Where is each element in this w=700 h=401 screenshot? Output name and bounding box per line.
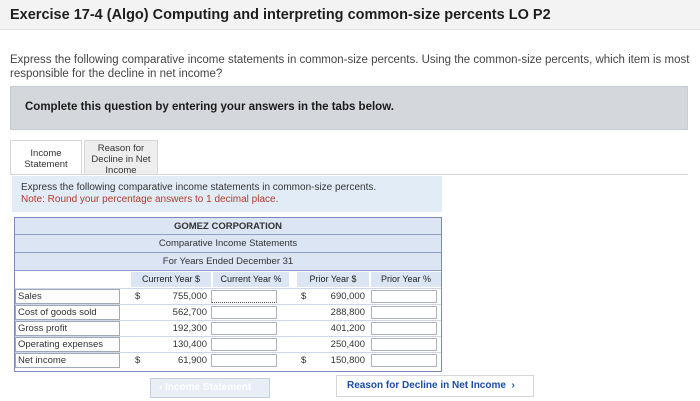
statement-period: For Years Ended December 31: [15, 253, 441, 271]
current-percent-input[interactable]: [211, 338, 277, 351]
currency-sign: $: [301, 291, 307, 302]
current-year-amount: 192,300: [172, 323, 207, 334]
table-row: Cost of goods sold 562,700 288,800: [15, 304, 441, 320]
table-row: Sales $ 755,000 $ 690,000: [15, 288, 441, 304]
current-year-amount: 130,400: [172, 339, 207, 350]
current-year-amount: 562,700: [172, 307, 207, 318]
current-year-amount: 755,000: [172, 291, 207, 302]
question-intro: Express the following comparative income…: [10, 54, 690, 80]
prior-year-amount: 288,800: [330, 307, 365, 318]
prior-percent-input[interactable]: [371, 306, 437, 319]
prev-tab-button[interactable]: ‹ Income Statement: [150, 378, 270, 398]
current-percent-input[interactable]: [211, 290, 277, 303]
prior-percent-input[interactable]: [371, 322, 437, 335]
prior-percent-input[interactable]: [371, 290, 437, 303]
row-label: Cost of goods sold: [18, 307, 97, 318]
complete-text: Complete this question by entering your …: [25, 101, 394, 113]
next-tab-label: Reason for Decline in Net Income: [347, 380, 506, 391]
currency-sign: $: [301, 355, 307, 366]
instruction-text: Express the following comparative income…: [21, 182, 376, 205]
row-label: Sales: [18, 291, 42, 302]
col-prior-dollars: Prior Year $: [297, 272, 369, 287]
table-row: Net income $ 61,900 $ 150,800: [15, 352, 441, 368]
complete-banner: Complete this question by entering your …: [10, 86, 688, 130]
col-current-percent: Current Year %: [213, 272, 289, 287]
prior-year-amount: 401,200: [330, 323, 365, 334]
title-bar: Exercise 17-4 (Algo) Computing and inter…: [0, 0, 700, 30]
instruction-line: Express the following comparative income…: [21, 182, 377, 193]
income-statement-table: GOMEZ CORPORATION Comparative Income Sta…: [14, 217, 442, 372]
statement-name: Comparative Income Statements: [15, 235, 441, 253]
tab-income-statement[interactable]: Income Statement: [10, 140, 82, 174]
currency-sign: $: [135, 355, 141, 366]
table-row: Gross profit 192,300 401,200: [15, 320, 441, 336]
current-year-amount: 61,900: [177, 355, 207, 366]
prior-percent-input[interactable]: [371, 354, 437, 367]
chevron-right-icon: ›: [505, 380, 515, 391]
current-percent-input[interactable]: [211, 354, 277, 367]
next-tab-button[interactable]: Reason for Decline in Net Income ›: [336, 375, 534, 397]
current-percent-input[interactable]: [211, 306, 277, 319]
prior-year-amount: 690,000: [330, 291, 365, 302]
row-label: Net income: [18, 355, 67, 366]
prior-year-amount: 150,800: [330, 355, 365, 366]
col-prior-percent: Prior Year %: [371, 272, 441, 287]
tab-reason-decline[interactable]: Reason for Decline in Net Income: [84, 140, 158, 176]
company-name: GOMEZ CORPORATION: [15, 218, 441, 235]
row-label: Operating expenses: [18, 339, 104, 350]
currency-sign: $: [135, 291, 141, 302]
instruction-box: Express the following comparative income…: [12, 176, 442, 212]
current-percent-input[interactable]: [211, 322, 277, 335]
row-label: Gross profit: [18, 323, 68, 334]
col-current-dollars: Current Year $: [131, 272, 211, 287]
prior-percent-input[interactable]: [371, 338, 437, 351]
prior-year-amount: 250,400: [330, 339, 365, 350]
table-row: Operating expenses 130,400 250,400: [15, 336, 441, 352]
page-title: Exercise 17-4 (Algo) Computing and inter…: [10, 7, 551, 23]
rounding-note: Note: Round your percentage answers to 1…: [21, 193, 279, 205]
prev-tab-label: Income Statement: [165, 382, 252, 393]
